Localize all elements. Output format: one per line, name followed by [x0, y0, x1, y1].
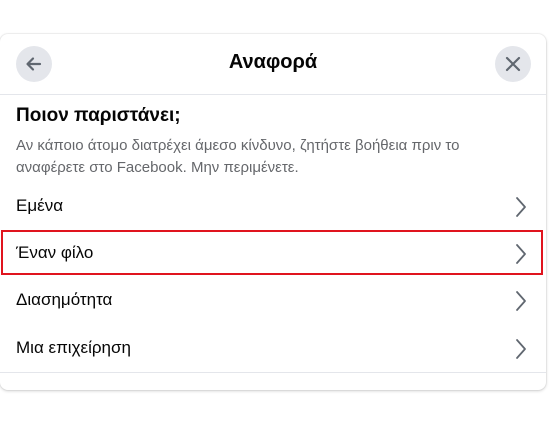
chevron-right-icon	[516, 197, 526, 217]
section-title: Ποιον παριστάνει;	[16, 105, 181, 126]
option-label: Μια επιχείρηση	[16, 338, 131, 357]
option-label: Εμένα	[16, 196, 64, 215]
chevron-right-icon	[516, 339, 526, 359]
option-me[interactable]: Εμένα	[0, 184, 546, 230]
report-dialog: Αναφορά Ποιον παριστάνει; Αν κάποιο άτομ…	[0, 34, 546, 390]
option-a-friend[interactable]: Έναν φίλο	[0, 231, 546, 277]
divider	[0, 372, 546, 373]
close-button[interactable]	[495, 46, 531, 82]
option-label: Διασημότητα	[16, 290, 113, 309]
close-icon	[504, 55, 522, 73]
dialog-title: Αναφορά	[228, 51, 318, 73]
option-label: Έναν φίλο	[16, 243, 94, 262]
option-business[interactable]: Μια επιχείρηση	[0, 326, 546, 372]
dialog-header: Αναφορά	[0, 34, 546, 95]
chevron-right-icon	[516, 244, 526, 264]
chevron-right-icon	[516, 291, 526, 311]
option-celebrity[interactable]: Διασημότητα	[0, 278, 546, 324]
section-description: Αν κάποιο άτομο διατρέχει άμεσο κίνδυνο,…	[16, 137, 460, 176]
